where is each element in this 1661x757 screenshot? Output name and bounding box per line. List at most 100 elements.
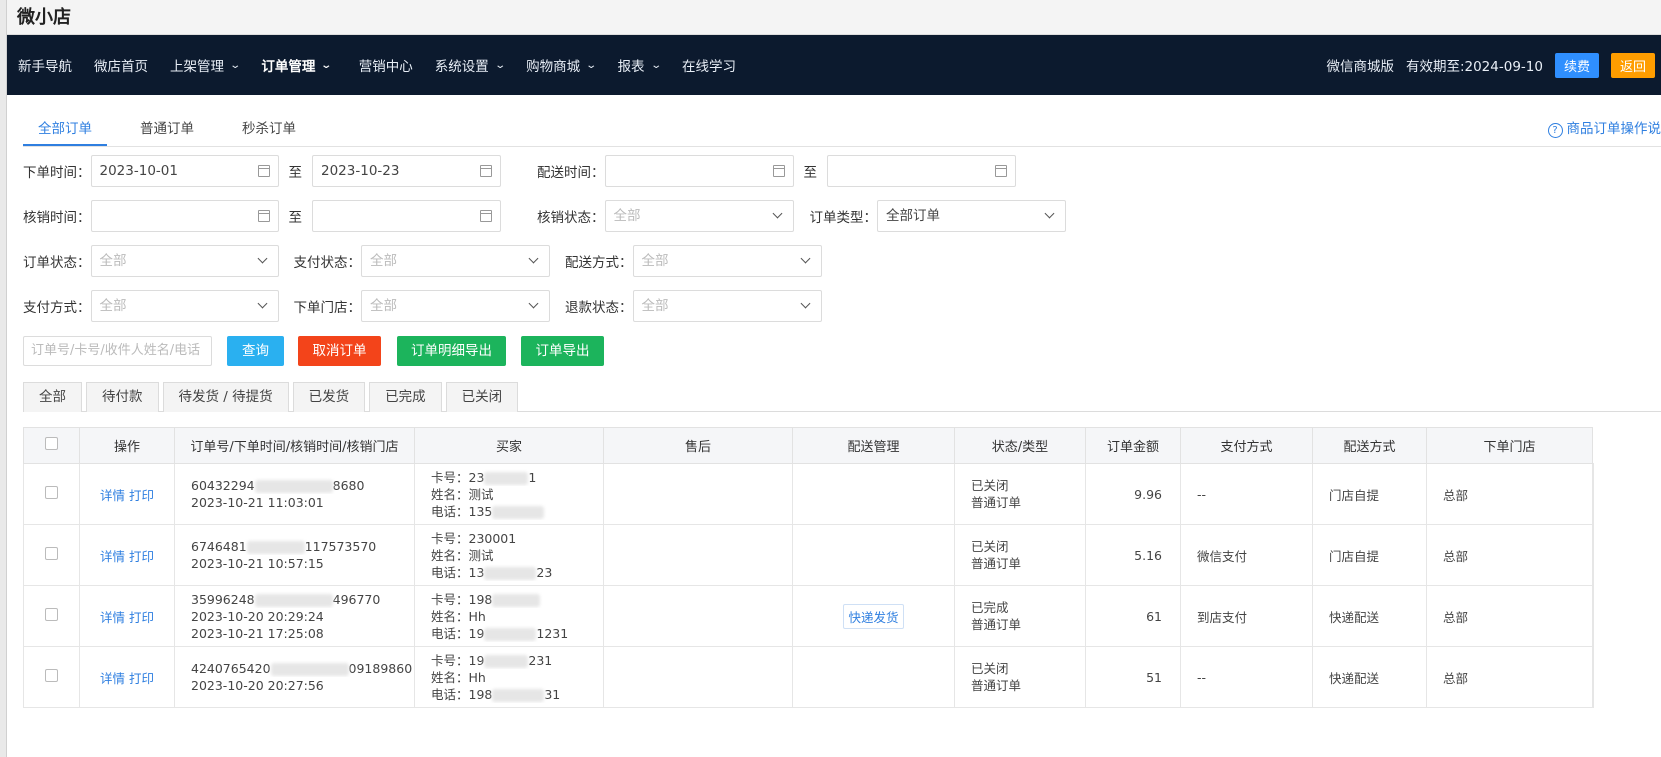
shipping-mgmt-cell: 快递发货 [792, 585, 955, 647]
refund-status-label: 退款状态： [565, 300, 633, 316]
calendar-icon [772, 165, 785, 177]
order-type-select[interactable]: 全部订单 [877, 200, 1066, 232]
status-tab-all[interactable]: 全部 [23, 382, 82, 412]
buyer-cell: 卡号：230001 姓名：测试 电话：13 23 [414, 524, 604, 586]
help-link[interactable]: ? 商品订单操作说 [1547, 112, 1661, 147]
express-ship-button[interactable]: 快递发货 [843, 603, 904, 629]
status-tab-pending-shipment[interactable]: 待发货 / 待提货 [162, 382, 289, 412]
redacted-mask [270, 663, 349, 676]
nav-right: 微信商城版 有效期至:2024-09-10 续费 返回 [1326, 35, 1661, 95]
buyer-card-end: 231 [528, 652, 553, 668]
print-link[interactable]: 打印 [129, 671, 154, 686]
pay-method: -- [1180, 463, 1313, 525]
cancel-order-button[interactable]: 取消订单 [298, 336, 381, 366]
extra-cell [1592, 524, 1594, 586]
pay-status-label: 支付状态： [293, 255, 362, 271]
nav-item[interactable]: 营销中心 [348, 55, 424, 75]
help-link-label: 商品订单操作说 [1566, 121, 1661, 137]
buyer-phone-start: 电话：135 [431, 503, 493, 519]
nav-item[interactable]: 新手导航 [7, 55, 83, 75]
order-time-to-input[interactable]: 2023-10-23 [312, 155, 501, 187]
row-actions-cell: 详情 打印 [79, 524, 175, 586]
detail-link[interactable]: 详情 [100, 610, 125, 625]
back-button[interactable]: 返回 [1610, 52, 1655, 78]
export-orders-button[interactable]: 订单导出 [521, 336, 604, 366]
orders-table: 操作 订单号/下单时间/核销时间/核销门店 买家 售后 配送管理 状态/类型 订… [23, 427, 1594, 708]
delivery-time-from-input[interactable] [604, 155, 794, 187]
order-time-from-input[interactable]: 2023-10-01 [90, 155, 279, 187]
col-header-store: 下单门店 [1426, 427, 1593, 464]
nav-item-label: 系统设置 [434, 59, 489, 75]
buyer-lines: 卡号：230001 姓名：测试 电话：13 23 [431, 530, 603, 581]
verify-time-to-input[interactable] [312, 200, 501, 232]
detail-link[interactable]: 详情 [100, 549, 125, 564]
order-type: 普通订单 [971, 556, 1022, 571]
nav-item[interactable]: 购物商城 ⌄ [515, 55, 606, 75]
nav-item[interactable]: 报表 ⌄ [607, 55, 671, 75]
verify-time-from-input[interactable] [90, 200, 279, 232]
order-type-label: 订单类型： [809, 210, 878, 226]
nav-item[interactable]: 系统设置 ⌄ [424, 55, 515, 75]
tab-flash-sale-orders[interactable]: 秒杀订单 [227, 112, 311, 146]
col-header-buyer: 买家 [414, 427, 604, 464]
store-label: 下单门店： [293, 300, 362, 316]
calendar-icon [995, 165, 1007, 177]
order-status-value: 全部 [99, 253, 127, 269]
pay-method-value: 全部 [99, 298, 127, 314]
buyer-phone-start: 电话：198 [431, 686, 493, 702]
extra-cell [1592, 585, 1594, 647]
app-title: 微小店 [7, 0, 1661, 35]
export-detail-button[interactable]: 订单明细导出 [397, 336, 506, 366]
status-tab-completed[interactable]: 已完成 [369, 382, 442, 412]
row-checkbox[interactable] [45, 547, 58, 560]
status-cell: 已完成 普通订单 [954, 585, 1086, 647]
row-select-cell [23, 463, 80, 525]
query-button[interactable]: 查询 [227, 336, 284, 366]
nav-item[interactable]: 上架管理 ⌄ [159, 55, 250, 75]
nav-item[interactable]: 微店首页 [83, 55, 159, 75]
row-checkbox[interactable] [45, 486, 58, 499]
order-number-start: 60432294 [191, 478, 255, 493]
pay-status-select[interactable]: 全部 [361, 245, 550, 277]
col-header-status: 状态/类型 [954, 427, 1086, 464]
chevron-down-icon: ⌄ [229, 59, 242, 71]
renew-button[interactable]: 续费 [1554, 52, 1599, 78]
status-tab-shipped[interactable]: 已发货 [292, 382, 366, 412]
order-status-select[interactable]: 全部 [90, 245, 279, 277]
verify-status-select[interactable]: 全部 [604, 200, 794, 232]
print-link[interactable]: 打印 [129, 549, 154, 564]
search-input[interactable]: 订单号/卡号/收件人姓名/电话 [23, 336, 212, 366]
store-select[interactable]: 全部 [361, 290, 550, 322]
refund-status-select[interactable]: 全部 [632, 290, 822, 322]
nav-item[interactable]: 在线学习 [671, 55, 747, 75]
detail-link[interactable]: 详情 [100, 488, 125, 503]
detail-link[interactable]: 详情 [100, 671, 125, 686]
tab-normal-orders[interactable]: 普通订单 [125, 112, 209, 146]
buyer-name: 姓名：Hh [431, 608, 486, 624]
help-icon: ? [1547, 123, 1563, 138]
select-all-checkbox[interactable] [45, 437, 58, 450]
order-status: 已关闭 [971, 661, 1009, 676]
col-header-order: 订单号/下单时间/核销时间/核销门店 [174, 427, 415, 464]
nav-item[interactable]: 订单管理 ⌄ [250, 55, 341, 75]
status-tab-closed[interactable]: 已关闭 [445, 382, 519, 412]
row-checkbox[interactable] [45, 669, 58, 682]
order-store: 总部 [1426, 463, 1593, 525]
row-checkbox[interactable] [45, 608, 58, 621]
delivery-time-to-input[interactable] [827, 155, 1016, 187]
status-tab-pending-payment[interactable]: 待付款 [86, 382, 159, 412]
print-link[interactable]: 打印 [129, 488, 154, 503]
delivery-method-select[interactable]: 全部 [632, 245, 822, 277]
order-time-to-value: 2023-10-23 [321, 163, 400, 179]
pay-method: 到店支付 [1180, 585, 1313, 647]
table-row: 详情 打印 6746481 117573570 2023-10-21 10:57:15… [23, 524, 1594, 586]
status-cell: 已关闭 普通订单 [954, 524, 1086, 586]
chevron-down-icon [1044, 208, 1055, 219]
status-tabs: 全部 待付款 待发货 / 待提货 已发货 已完成 已关闭 [23, 382, 1661, 412]
tab-all-orders[interactable]: 全部订单 [23, 112, 107, 146]
order-amount: 9.96 [1085, 463, 1181, 525]
pay-method-select[interactable]: 全部 [90, 290, 279, 322]
order-amount: 51 [1085, 646, 1181, 708]
table-row: 详情 打印 60432294 8680 2023-10-21 11:03:01 卡号：2… [23, 463, 1594, 525]
print-link[interactable]: 打印 [129, 610, 154, 625]
